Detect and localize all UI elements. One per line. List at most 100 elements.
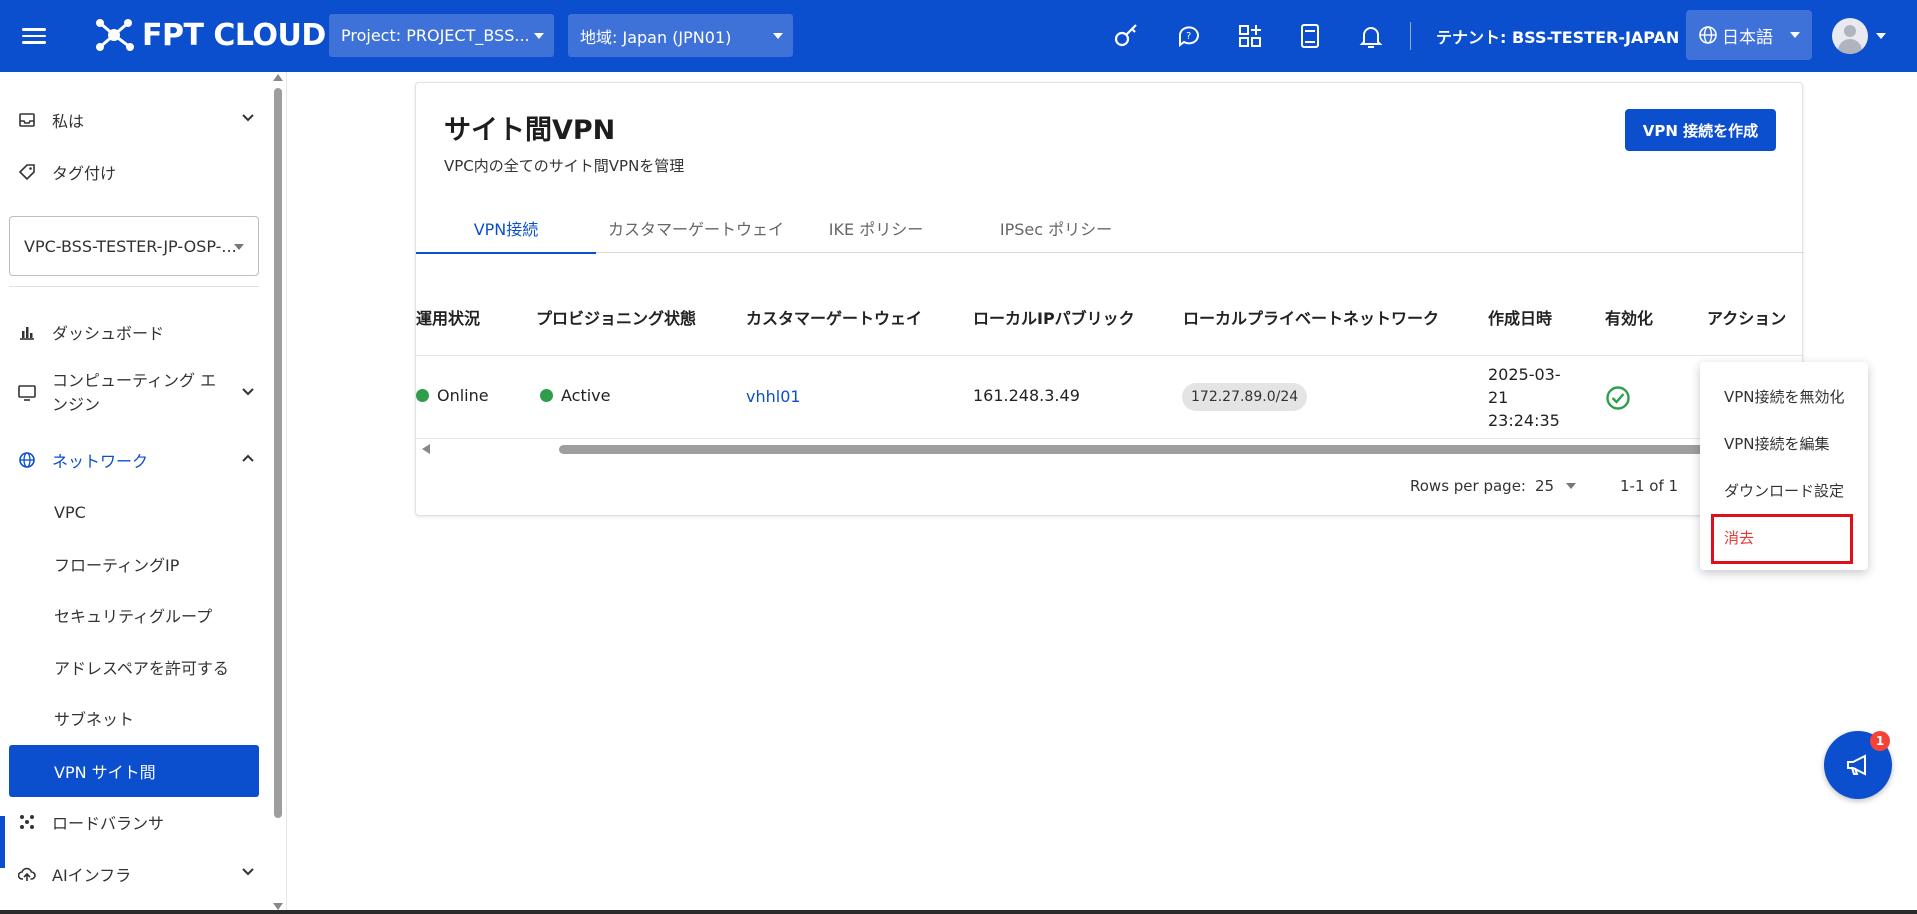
create-vpn-connection-button[interactable]: VPN 接続を作成 (1625, 109, 1776, 151)
load-balancer-icon (18, 813, 36, 831)
column-header-local-ip-public[interactable]: ローカルIPパブリック (973, 305, 1135, 329)
key-icon[interactable] (1112, 22, 1140, 50)
sidebar-scrollbar-thumb[interactable] (274, 88, 282, 818)
tab-customer-gateway[interactable]: カスタマーゲートウェイ (596, 203, 796, 253)
sidebar-item-floating-ip[interactable]: フローティングIP (0, 542, 270, 586)
cell-operation-status: Online (416, 386, 489, 405)
pagination-range: 1-1 of 1 (1620, 477, 1679, 495)
sidebar-item-label: タグ付け (52, 164, 117, 183)
language-value: 日本語 (1722, 27, 1773, 48)
sidebar-item-compute[interactable]: コンピューティング エンジン (0, 364, 270, 422)
column-header-customer-gateway[interactable]: カスタマーゲートウェイ (746, 305, 922, 329)
chevron-down-icon (242, 388, 254, 396)
menu-item-edit-vpn[interactable]: VPN接続を編集 (1700, 420, 1868, 466)
cell-local-ip-public: 161.248.3.49 (973, 386, 1080, 405)
provisioning-status-text: Active (561, 386, 611, 405)
created-at-line: 23:24:35 (1488, 411, 1560, 430)
cell-created-at: 2025-03- 21 23:24:35 (1488, 363, 1561, 432)
column-header-enabled[interactable]: 有効化 (1605, 305, 1653, 329)
scroll-up-arrow-icon[interactable] (273, 74, 283, 81)
header-divider (1410, 22, 1411, 50)
table-header-divider (416, 355, 1804, 356)
window-bottom-edge (0, 910, 1917, 914)
chevron-down-icon (773, 33, 783, 39)
column-header-created-at[interactable]: 作成日時 (1488, 305, 1552, 329)
sidebar-item-network[interactable]: ネットワーク (0, 438, 270, 482)
project-select[interactable]: Project: PROJECT_BSS... (329, 14, 554, 57)
brand-logo[interactable]: FPT CLOUD (94, 17, 326, 53)
menu-item-disable-vpn[interactable]: VPN接続を無効化 (1700, 373, 1868, 419)
sidebar: 私は タグ付け VPC-BSS-TESTER-JP-OSP-... ダッシュボー… (0, 72, 287, 914)
vpn-card: サイト間VPN VPC内の全てのサイト間VPNを管理 VPN 接続を作成 VPN… (415, 82, 1804, 516)
tab-bar: VPN接続 カスタマーゲートウェイ IKE ポリシー IPSec ポリシー (416, 203, 1804, 254)
region-select[interactable]: 地域: Japan (JPN01) (568, 14, 793, 57)
sidebar-item-label: AIインフラ (52, 866, 132, 885)
created-at-line: 21 (1488, 388, 1509, 407)
operation-status-text: Online (437, 386, 489, 405)
sidebar-item-tags[interactable]: タグ付け (0, 150, 270, 194)
sidebar-item-label: ダッシュボード (52, 324, 165, 343)
sidebar-divider (9, 286, 259, 287)
megaphone-icon (1847, 754, 1866, 776)
chevron-up-icon (242, 454, 254, 462)
inbox-icon (18, 111, 36, 129)
notification-badge: 1 (1870, 731, 1890, 751)
sidebar-item-subnet[interactable]: サブネット (0, 696, 270, 740)
sidebar-item-load-balancer[interactable]: ロードバランサ (0, 800, 270, 844)
created-at-line: 2025-03- (1488, 365, 1561, 384)
vpc-select[interactable]: VPC-BSS-TESTER-JP-OSP-... (9, 216, 259, 276)
menu-icon[interactable] (22, 24, 46, 48)
apps-add-icon[interactable] (1236, 22, 1264, 50)
status-online-dot (416, 389, 429, 402)
project-select-value: Project: PROJECT_BSS... (341, 26, 530, 45)
monitor-icon (18, 384, 36, 402)
scroll-left-arrow-icon[interactable] (422, 444, 430, 454)
support-chat-icon[interactable]: ? (1176, 22, 1204, 50)
action-menu: VPN接続を無効化 VPN接続を編集 ダウンロード設定 消去 (1700, 362, 1868, 570)
rows-per-page-select[interactable]: 25 (1535, 477, 1577, 495)
sidebar-item-security-group[interactable]: セキュリティグループ (0, 593, 270, 637)
globe-icon (1699, 26, 1717, 44)
tab-vpn-connections[interactable]: VPN接続 (416, 203, 596, 254)
tab-ipsec-policy[interactable]: IPSec ポリシー (956, 203, 1156, 253)
customer-gateway-link[interactable]: vhhl01 (746, 387, 801, 406)
rows-per-page-label: Rows per page: (1410, 477, 1526, 495)
column-header-action: アクション (1707, 309, 1787, 328)
bar-chart-icon (18, 323, 36, 341)
chevron-down-icon (242, 114, 254, 122)
menu-item-download-config[interactable]: ダウンロード設定 (1700, 467, 1868, 513)
sidebar-item-allowed-address-pairs[interactable]: アドレスペアを許可する (0, 645, 270, 689)
language-select[interactable]: 日本語 (1686, 10, 1812, 60)
table-scrollbar-thumb[interactable] (559, 445, 1804, 454)
local-private-network-chip: 172.27.89.0/24 (1182, 383, 1308, 411)
sidebar-item-me[interactable]: 私は (0, 98, 270, 142)
avatar (1832, 18, 1868, 54)
column-header-operation-status[interactable]: 運用状況 (416, 305, 480, 329)
scroll-down-arrow-icon[interactable] (273, 903, 283, 910)
chevron-down-icon (234, 244, 244, 250)
globe-icon (18, 451, 36, 469)
calculator-icon[interactable] (1296, 22, 1324, 50)
column-header-local-private-network[interactable]: ローカルプライベートネットワーク (1183, 305, 1439, 329)
sidebar-item-label: ネットワーク (52, 452, 149, 471)
tenant-select[interactable]: テナント: BSS-TESTER-JAPAN (1436, 24, 1700, 48)
cell-provisioning-status: Active (540, 386, 611, 405)
column-header-provisioning-status[interactable]: プロビジョニング状態 (536, 305, 696, 329)
brand-name: FPT CLOUD (142, 17, 326, 53)
user-menu[interactable] (1832, 18, 1886, 54)
tab-ike-policy[interactable]: IKE ポリシー (796, 203, 956, 253)
sidebar-item-ai-infra[interactable]: AIインフラ (0, 852, 270, 896)
sidebar-scrollbar[interactable] (271, 72, 285, 914)
chevron-down-icon (1790, 32, 1800, 38)
sidebar-item-vpc[interactable]: VPC (0, 490, 270, 534)
cloud-upload-icon (18, 865, 36, 883)
sidebar-item-label: ロードバランサ (52, 814, 165, 833)
page-title: サイト間VPN (444, 115, 616, 146)
table-horizontal-scrollbar[interactable] (416, 439, 1804, 459)
bell-icon[interactable] (1357, 22, 1385, 50)
svg-text:?: ? (1186, 31, 1191, 42)
sidebar-item-vpn-site-to-site[interactable]: VPN サイト間 (9, 745, 259, 797)
chevron-down-icon (1566, 483, 1577, 489)
sidebar-item-dashboard[interactable]: ダッシュボード (0, 310, 270, 354)
vpc-select-value: VPC-BSS-TESTER-JP-OSP-... (24, 236, 237, 256)
